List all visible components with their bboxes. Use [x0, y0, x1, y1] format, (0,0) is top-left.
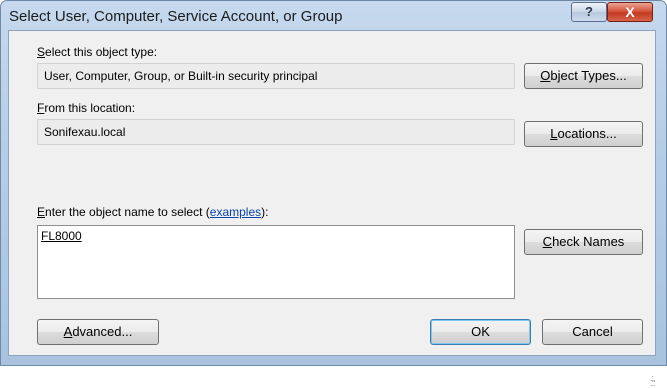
- locations-button[interactable]: Locations...: [524, 121, 643, 147]
- advanced-button-rest: dvanced...: [72, 324, 133, 339]
- close-button[interactable]: X: [607, 2, 653, 22]
- check-names-button[interactable]: Check Names: [524, 229, 643, 255]
- resize-grip-icon[interactable]: .:..::: [650, 374, 655, 388]
- object-types-mnemonic: O: [540, 68, 551, 83]
- object-type-label-mnemonic: S: [37, 45, 46, 59]
- help-button[interactable]: ?: [571, 2, 607, 22]
- title-bar[interactable]: Select User, Computer, Service Account, …: [1, 1, 666, 29]
- location-label-rest: rom this location:: [44, 101, 136, 115]
- object-type-label: Select this object type:: [37, 45, 157, 59]
- object-type-field: User, Computer, Group, or Built-in secur…: [37, 63, 515, 89]
- object-name-label: Enter the object name to select (example…: [37, 205, 268, 219]
- dialog-client-area: Select this object type: User, Computer,…: [8, 30, 656, 388]
- object-types-button-rest: bject Types...: [550, 68, 627, 83]
- object-types-button[interactable]: Object Types...: [524, 63, 643, 89]
- advanced-button[interactable]: Advanced...: [37, 319, 159, 345]
- location-label: From this location:: [37, 101, 135, 115]
- object-name-input[interactable]: FL8000: [37, 225, 515, 299]
- check-names-button-rest: heck Names: [552, 234, 625, 249]
- close-icon: X: [625, 4, 635, 20]
- help-icon: ?: [585, 4, 593, 19]
- ok-button[interactable]: OK: [430, 319, 531, 345]
- object-type-value: User, Computer, Group, or Built-in secur…: [44, 69, 318, 83]
- object-name-label-rest: nter the object name to select: [45, 205, 206, 219]
- label-close: ):: [261, 205, 269, 219]
- object-type-label-rest: elect this object type:: [45, 45, 158, 59]
- check-names-mnemonic: C: [542, 234, 553, 249]
- cancel-button[interactable]: Cancel: [542, 319, 643, 345]
- location-value: Sonifexau.local: [44, 125, 126, 139]
- object-name-value: FL8000: [41, 229, 82, 243]
- examples-link[interactable]: examples: [210, 205, 261, 219]
- window-title: Select User, Computer, Service Account, …: [9, 8, 343, 25]
- location-field: Sonifexau.local: [37, 119, 515, 145]
- locations-button-rest: ocations...: [557, 126, 617, 141]
- object-name-label-mnemonic: E: [37, 205, 46, 219]
